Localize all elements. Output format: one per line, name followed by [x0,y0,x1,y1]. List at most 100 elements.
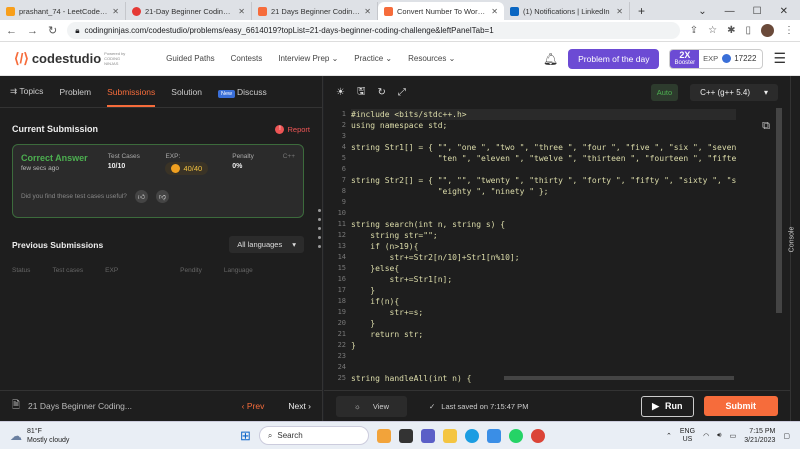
copy-icon[interactable]: ⧉ [762,120,770,133]
code-line[interactable]: }else{ [351,263,736,274]
language-indicator[interactable]: ENG US [680,428,695,444]
code-line[interactable]: str+=Str1[n]; [351,274,736,285]
next-button[interactable]: Next › [288,401,311,411]
close-icon[interactable]: ✕ [491,7,498,16]
new-tab-button[interactable]: + [630,2,653,20]
code-line[interactable] [351,197,736,208]
tab-submissions[interactable]: Submissions [107,77,156,107]
browser-tab[interactable]: (1) Notifications | LinkedIn ✕ [504,2,630,20]
code-line[interactable]: string search(int n, string s) { [351,219,736,230]
chevron-up-icon[interactable]: ⌃ [666,432,672,440]
menu-resources[interactable]: Resources ⌄ [408,54,455,63]
star-icon[interactable]: ☆ [708,25,717,36]
taskbar-search[interactable]: ⌕ Search [258,426,369,445]
xp-widget[interactable]: 2X Booster EXP 17222 [669,48,764,69]
extensions-icon[interactable]: ✱ [727,25,735,36]
codestudio-logo[interactable]: ⟨/⟩ codestudio Powered by CODING NINJAS [14,50,126,67]
url-input[interactable]: 🔒︎ codingninjas.com/codestudio/problems/… [67,22,680,39]
code-line[interactable] [351,164,736,175]
menu-interview-prep[interactable]: Interview Prep ⌄ [278,54,338,63]
back-icon[interactable]: ← [6,25,17,37]
profile-avatar[interactable] [761,24,774,37]
language-filter-dropdown[interactable]: All languages ▾ [229,236,304,253]
share-icon[interactable]: ⇪ [690,25,698,36]
thumbs-up-icon[interactable]: 👍︎ [134,190,148,203]
close-icon[interactable]: ✕ [112,7,119,16]
view-button[interactable]: ☼ View [336,395,407,417]
code-line[interactable]: str+=s; [351,307,736,318]
fullscreen-icon[interactable]: ⤢ [398,87,406,98]
horizontal-scrollbar[interactable] [504,376,734,380]
close-icon[interactable]: ✕ [616,7,623,16]
tab-problem[interactable]: Problem [59,87,91,97]
whatsapp-icon[interactable] [508,428,523,443]
code-line[interactable]: string str=""; [351,230,736,241]
code-line[interactable]: } [351,285,736,296]
report-button[interactable]: ! Report [275,124,310,134]
code-line[interactable]: if(n){ [351,296,736,307]
save-icon[interactable]: 🖫︎ [357,84,366,101]
menu-practice[interactable]: Practice ⌄ [354,54,392,63]
file-explorer-icon[interactable] [442,428,457,443]
code-line[interactable]: } [351,318,736,329]
code-line[interactable]: "eighty ", "ninety " }; [351,186,736,197]
forward-icon[interactable]: → [27,25,38,37]
browser-tab[interactable]: prashant_74 - LeetCode Profi ✕ [0,2,126,20]
code-line[interactable]: "ten ", "eleven ", "twelve ", "thirteen … [351,153,737,164]
prev-button[interactable]: ‹ Prev [242,401,265,411]
weather-widget[interactable]: ☁ 81°F Mostly cloudy [10,427,170,445]
run-button[interactable]: ▶ Run [641,395,694,417]
minimize-icon[interactable]: — [725,6,735,17]
reset-icon[interactable]: ↻ [378,87,386,98]
edge-icon[interactable] [464,428,479,443]
auto-indicator[interactable]: Auto [650,83,679,101]
language-select[interactable]: C++ (g++ 5.4) ▾ [690,83,778,101]
windows-start-icon[interactable]: ⊞ [240,428,251,444]
browser-tab[interactable]: 21-Day Beginner Coding Cha ✕ [126,2,252,20]
console-side-tab[interactable]: Console [788,76,800,421]
code-line[interactable]: } [351,340,736,351]
browser-tab[interactable]: 21 Days Beginner Coding Ch ✕ [252,2,378,20]
panel-resize-handle[interactable] [318,209,321,248]
submit-button[interactable]: Submit [703,396,778,416]
code-line[interactable]: string Str2[] = { "", "", "twenty ", "th… [351,175,736,186]
close-icon[interactable]: ✕ [238,7,245,16]
reload-icon[interactable]: ↻ [48,24,57,37]
code-line[interactable] [351,208,736,219]
tab-topics[interactable]: ⇉ Topics [10,86,43,97]
task-view-icon[interactable] [398,428,413,443]
code-line[interactable] [351,351,736,362]
code-editor[interactable]: 1 2 3 4 5 6 7 8 9 10 11 12 13 14 15 16 17 18 19 20 21 22 23 24 2… [324,108,790,384]
problem-of-the-day-button[interactable]: Problem of the day [568,48,660,69]
bell-icon[interactable]: 🔔︎ [543,52,558,66]
code-line[interactable]: if (n>19){ [351,241,736,252]
menu-contests[interactable]: Contests [231,54,263,63]
code-line[interactable] [351,131,736,142]
volume-icon[interactable]: 🔊︎ [717,432,721,440]
code-line[interactable] [351,362,736,373]
menu-guided-paths[interactable]: Guided Paths [166,54,214,63]
code-line[interactable]: using namespace std; [351,120,736,131]
code-line[interactable]: return str; [351,329,736,340]
notification-icon[interactable]: ▢ [783,432,790,440]
store-icon[interactable] [486,428,501,443]
tab-search-icon[interactable]: ⌄ [698,6,706,17]
maximize-icon[interactable]: ☐ [753,6,762,17]
chrome-icon[interactable] [530,428,545,443]
tab-discuss[interactable]: New Discuss [218,87,267,98]
code-line[interactable]: str+=Str2[n/10]+Str1[n%10]; [351,252,736,263]
hamburger-menu-icon[interactable]: ☰ [773,50,786,67]
sidepanel-icon[interactable]: ▯ [745,25,751,36]
code-line[interactable]: #include <bits/stdc++.h> [351,109,737,120]
close-window-icon[interactable]: ✕ [780,6,788,17]
tab-solution[interactable]: Solution [171,87,202,97]
teams-icon[interactable] [420,428,435,443]
battery-icon[interactable]: ▭ [730,432,737,440]
code-content[interactable]: #include <bits/stdc++.h> using namespace … [351,108,737,384]
clock[interactable]: 7:15 PM 3/21/2023 [744,427,775,445]
code-line[interactable]: string Str1[] = { "", "one ", "two ", "t… [351,142,736,153]
browser-tab-active[interactable]: Convert Number To Words - ✕ [378,2,504,20]
close-icon[interactable]: ✕ [364,7,371,16]
theme-sun-icon[interactable]: ☀ [336,87,345,98]
problem-list-link[interactable]: 21 Days Beginner Coding... [28,401,132,411]
